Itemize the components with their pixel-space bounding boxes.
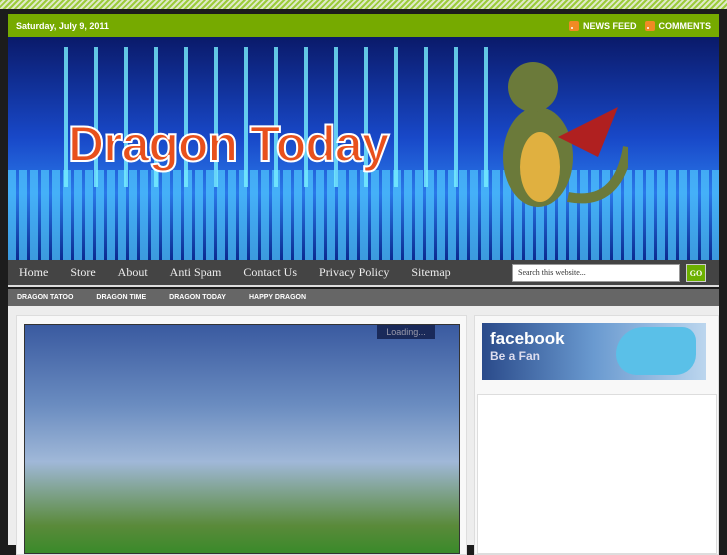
nav-about[interactable]: About xyxy=(118,265,148,280)
category-nav: DRAGON TATOO DRAGON TIME DRAGON TODAY HA… xyxy=(8,289,719,306)
sidebar-widget xyxy=(477,394,717,554)
featured-slider-image[interactable]: Loading... xyxy=(24,324,460,554)
nav-store[interactable]: Store xyxy=(70,265,95,280)
search-input[interactable]: Search this website... xyxy=(512,264,680,282)
cartoon-dragon-icon xyxy=(616,327,696,375)
facebook-fan-banner[interactable]: facebook Be a Fan xyxy=(482,323,706,380)
top-bar: Saturday, July 9, 2011 NEWS FEED COMMENT… xyxy=(8,14,719,37)
go-button[interactable]: GO xyxy=(686,264,706,282)
content-area: Loading... facebook Be a Fan xyxy=(8,306,719,555)
loading-indicator: Loading... xyxy=(377,325,435,339)
sidebar: facebook Be a Fan xyxy=(474,315,719,555)
featured-box: Loading... xyxy=(16,315,467,555)
nav-sitemap[interactable]: Sitemap xyxy=(411,265,450,280)
site-title[interactable]: Dragon Today xyxy=(67,115,390,173)
main-nav: Home Store About Anti Spam Contact Us Pr… xyxy=(8,260,719,287)
nav-privacy-policy[interactable]: Privacy Policy xyxy=(319,265,389,280)
dragon-image xyxy=(503,62,628,207)
date: Saturday, July 9, 2011 xyxy=(16,20,109,31)
comments-link[interactable]: COMMENTS xyxy=(659,21,712,31)
header-banner[interactable]: Dragon Today xyxy=(8,37,719,260)
rss-icon xyxy=(644,20,655,31)
subnav-dragon-time[interactable]: DRAGON TIME xyxy=(96,294,146,301)
subnav-happy-dragon[interactable]: HAPPY DRAGON xyxy=(249,294,306,301)
subnav-dragon-tatoo[interactable]: DRAGON TATOO xyxy=(17,294,73,301)
nav-home[interactable]: Home xyxy=(19,265,48,280)
subnav-dragon-today[interactable]: DRAGON TODAY xyxy=(169,294,226,301)
top-stripe xyxy=(0,0,727,9)
nav-anti-spam[interactable]: Anti Spam xyxy=(170,265,222,280)
nav-contact-us[interactable]: Contact Us xyxy=(243,265,297,280)
rss-icon xyxy=(568,20,579,31)
news-feed-link[interactable]: NEWS FEED xyxy=(583,21,637,31)
